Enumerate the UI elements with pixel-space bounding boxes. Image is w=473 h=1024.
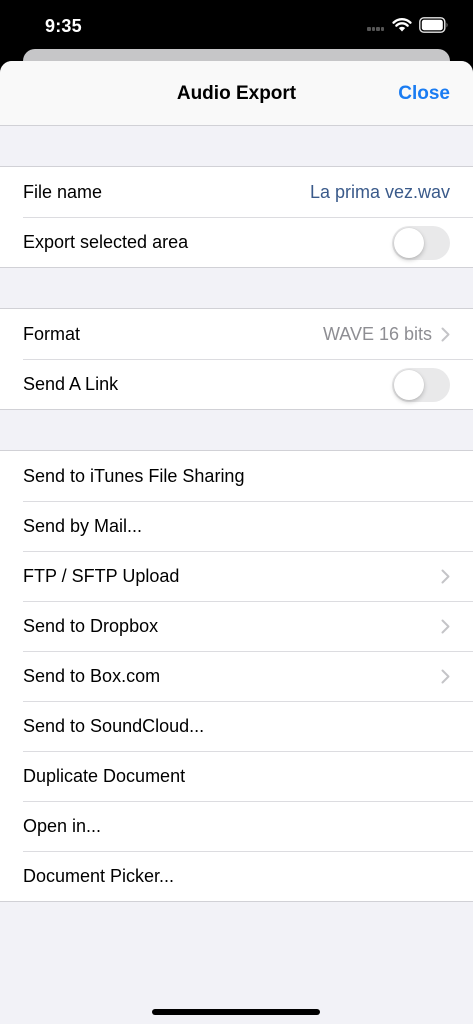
- action-label: Open in...: [23, 815, 102, 836]
- action-row[interactable]: Send to Box.com: [0, 651, 473, 701]
- action-row[interactable]: Send to SoundCloud...: [0, 701, 473, 751]
- status-bar: 9:35: [0, 0, 473, 52]
- file-name-value[interactable]: La prima vez.wav: [310, 182, 450, 203]
- action-row[interactable]: Document Picker...: [0, 851, 473, 901]
- file-settings-group: File name La prima vez.wav Export select…: [0, 166, 473, 268]
- format-settings-group: Format WAVE 16 bits Send A Link: [0, 308, 473, 410]
- close-button[interactable]: Close: [398, 83, 450, 105]
- file-name-row[interactable]: File name La prima vez.wav: [0, 167, 473, 217]
- battery-icon: [419, 17, 448, 33]
- action-row[interactable]: Send to iTunes File Sharing: [0, 451, 473, 501]
- action-label: Document Picker...: [23, 865, 175, 886]
- format-row[interactable]: Format WAVE 16 bits: [0, 309, 473, 359]
- send-link-row: Send A Link: [0, 359, 473, 409]
- home-indicator: [152, 1009, 320, 1015]
- send-link-label: Send A Link: [23, 373, 119, 394]
- nav-bar: Audio Export Close: [0, 61, 473, 126]
- status-time: 9:35: [45, 16, 82, 36]
- file-name-label: File name: [23, 181, 103, 202]
- export-selected-label: Export selected area: [23, 231, 189, 252]
- action-row[interactable]: FTP / SFTP Upload: [0, 551, 473, 601]
- audio-export-sheet: Audio Export Close File name La prima ve…: [0, 61, 473, 1024]
- export-selected-row: Export selected area: [0, 217, 473, 267]
- signal-icon: [367, 27, 385, 32]
- send-link-toggle[interactable]: [392, 368, 450, 402]
- format-label: Format: [23, 323, 81, 344]
- chevron-right-icon: [441, 669, 450, 683]
- chevron-right-icon: [441, 619, 450, 633]
- format-value: WAVE 16 bits: [322, 323, 432, 344]
- action-label: FTP / SFTP Upload: [23, 565, 180, 586]
- chevron-right-icon: [441, 327, 450, 341]
- action-row[interactable]: Open in...: [0, 801, 473, 851]
- action-row[interactable]: Send to Dropbox: [0, 601, 473, 651]
- chevron-right-icon: [441, 569, 450, 583]
- export-actions-group: Send to iTunes File Sharing Send by Mail.…: [0, 450, 473, 902]
- toggle-knob: [394, 228, 424, 258]
- toggle-knob: [394, 370, 424, 400]
- action-row[interactable]: Send by Mail...: [0, 501, 473, 551]
- action-label: Send to Dropbox: [23, 615, 159, 636]
- action-label: Send to SoundCloud...: [23, 715, 205, 736]
- export-selected-toggle[interactable]: [392, 226, 450, 260]
- wifi-icon: [392, 18, 412, 32]
- action-label: Send to Box.com: [23, 665, 161, 686]
- action-row[interactable]: Duplicate Document: [0, 751, 473, 801]
- action-label: Send to iTunes File Sharing: [23, 465, 245, 486]
- action-label: Duplicate Document: [23, 765, 186, 786]
- action-label: Send by Mail...: [23, 515, 143, 536]
